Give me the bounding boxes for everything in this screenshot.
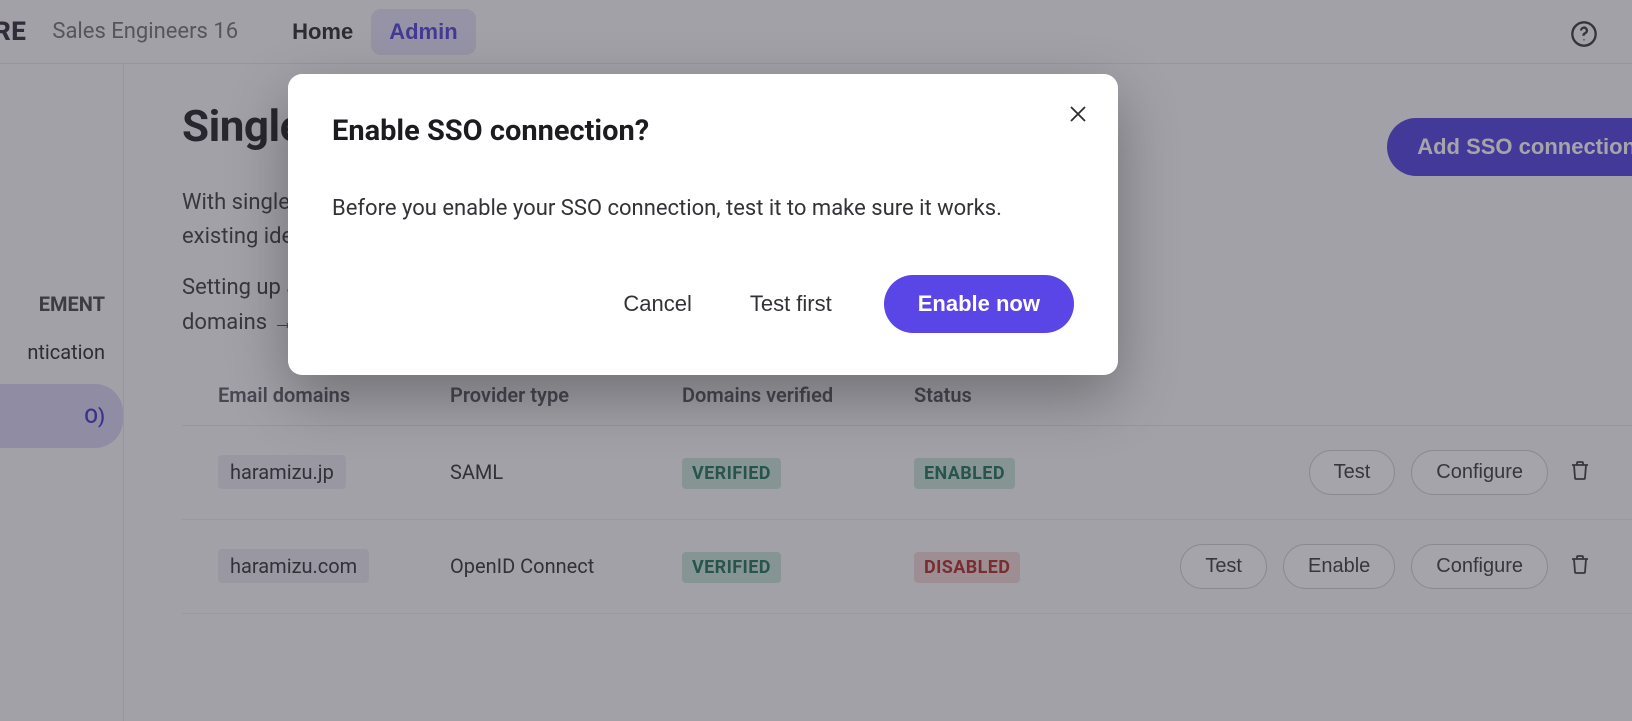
- modal-enable-now-button[interactable]: Enable now: [884, 275, 1074, 333]
- enable-sso-modal: Enable SSO connection? Before you enable…: [288, 74, 1118, 375]
- modal-body-text: Before you enable your SSO connection, t…: [332, 192, 1074, 225]
- modal-actions: Cancel Test first Enable now: [332, 275, 1074, 333]
- modal-cancel-button[interactable]: Cancel: [617, 281, 697, 327]
- modal-close-button[interactable]: [1066, 102, 1090, 130]
- modal-test-first-button[interactable]: Test first: [744, 281, 838, 327]
- modal-title: Enable SSO connection?: [332, 114, 1074, 148]
